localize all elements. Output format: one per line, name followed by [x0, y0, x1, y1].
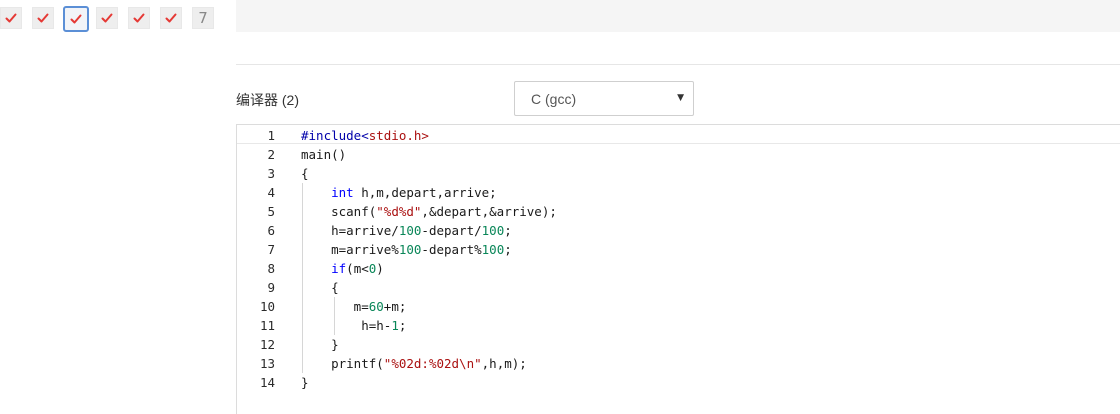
line-number: 14 [259, 375, 275, 390]
check-icon [165, 13, 177, 23]
code-line[interactable]: if(m<0) [301, 259, 384, 278]
line-number-gutter: 1 2 3 4 5 6 7 8 9 10 11 12 13 14 [237, 125, 283, 414]
check-icon [133, 13, 145, 23]
code-line[interactable]: } [301, 373, 309, 392]
question-button-4[interactable] [96, 7, 118, 29]
compiler-select-value: C (gcc) [531, 91, 577, 107]
line-number: 9 [267, 280, 275, 295]
line-number: 3 [267, 166, 275, 181]
question-number: 7 [198, 9, 208, 27]
check-icon [37, 13, 49, 23]
code-editor[interactable]: 1 2 3 4 5 6 7 8 9 10 11 12 13 14 #include<stdio.h> mai… [236, 124, 1120, 414]
code-line[interactable]: m=arrive%100-depart%100; [301, 240, 512, 259]
code-line[interactable]: { [301, 278, 339, 297]
indent-guide [302, 183, 303, 373]
compiler-label: 编译器 (2) [236, 92, 299, 108]
code-line[interactable]: h=h-1; [301, 316, 406, 335]
code-line[interactable]: #include<stdio.h> [301, 126, 429, 145]
line-number: 10 [259, 299, 275, 314]
line-number: 6 [267, 223, 275, 238]
line-number: 5 [267, 204, 275, 219]
question-button-7[interactable]: 7 [192, 7, 214, 29]
top-bar [236, 0, 1120, 32]
check-icon [5, 13, 17, 23]
line-number: 11 [259, 318, 275, 333]
indent-guide [334, 297, 335, 335]
check-icon [70, 14, 82, 24]
question-button-5[interactable] [128, 7, 150, 29]
question-button-3[interactable] [63, 6, 89, 32]
code-line[interactable]: scanf("%d%d",&depart,&arrive); [301, 202, 557, 221]
divider [236, 64, 1120, 65]
question-button-1[interactable] [0, 7, 22, 29]
line-number: 8 [267, 261, 275, 276]
code-line[interactable]: int h,m,depart,arrive; [301, 183, 497, 202]
line-number: 2 [267, 147, 275, 162]
question-button-2[interactable] [32, 7, 54, 29]
line-number: 7 [267, 242, 275, 257]
line-number: 1 [267, 128, 275, 143]
line-number: 12 [259, 337, 275, 352]
chevron-down-icon: ▼ [677, 93, 684, 103]
question-button-6[interactable] [160, 7, 182, 29]
line-number: 4 [267, 185, 275, 200]
code-line[interactable]: { [301, 164, 309, 183]
code-line[interactable]: h=arrive/100-depart/100; [301, 221, 512, 240]
code-line[interactable]: m=60+m; [301, 297, 407, 316]
line-number: 13 [259, 356, 275, 371]
compiler-select[interactable]: C (gcc) ▼ [514, 81, 694, 116]
check-icon [101, 13, 113, 23]
code-line[interactable]: main() [301, 145, 346, 164]
code-line[interactable]: } [301, 335, 339, 354]
code-line[interactable]: printf("%02d:%02d\n",h,m); [301, 354, 527, 373]
